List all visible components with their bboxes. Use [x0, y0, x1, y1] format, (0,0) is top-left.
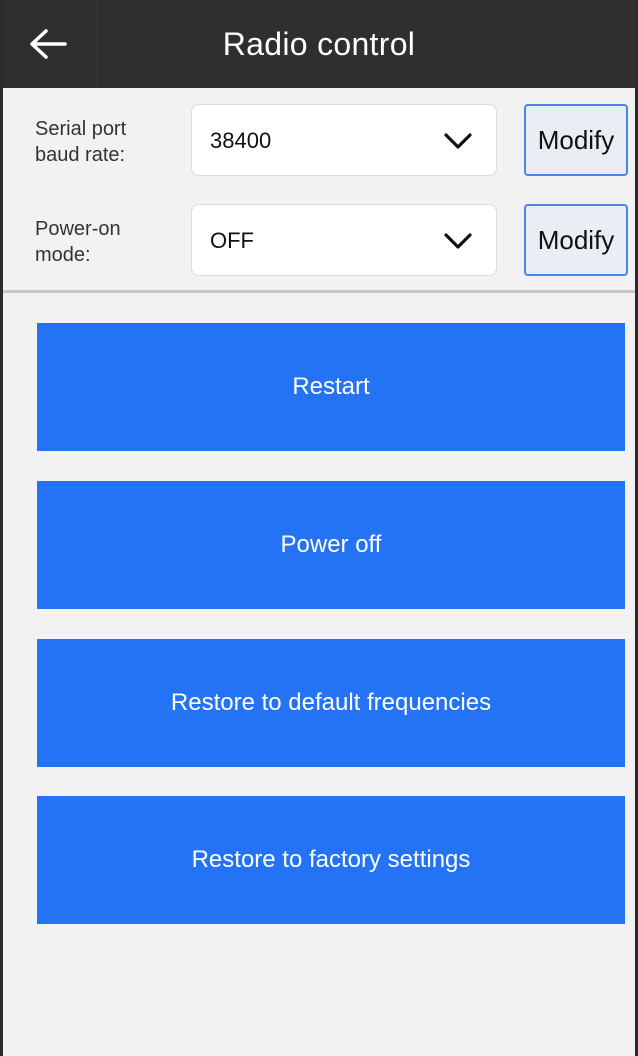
restart-button[interactable]: Restart [37, 323, 625, 451]
settings-panel: Serial port baud rate: 38400 Modify Powe… [3, 88, 635, 292]
app-header: Radio control [3, 0, 635, 88]
page-title: Radio control [222, 26, 416, 62]
chevron-down-icon [444, 233, 472, 249]
power-on-mode-modify-button[interactable]: Modify [524, 204, 628, 276]
actions-panel: Restart Power off Restore to default fre… [3, 293, 635, 1056]
baud-rate-value: 38400 [210, 128, 272, 153]
baud-rate-modify-button[interactable]: Modify [524, 104, 628, 176]
power-on-mode-value: OFF [210, 228, 254, 253]
app-window: Radio control Serial port baud rate: 384… [0, 0, 638, 1056]
restore-default-frequencies-button[interactable]: Restore to default frequencies [37, 639, 625, 767]
chevron-down-icon [444, 133, 472, 149]
power-on-mode-label: Power-on mode: [35, 218, 121, 266]
restore-factory-settings-button[interactable]: Restore to factory settings [37, 796, 625, 924]
baud-rate-select[interactable]: 38400 [191, 104, 497, 176]
baud-rate-label: Serial port baud rate: [35, 118, 127, 166]
baud-rate-row: Serial port baud rate: 38400 Modify [3, 104, 635, 184]
power-on-mode-select[interactable]: OFF [191, 204, 497, 276]
power-on-mode-row: Power-on mode: OFF Modify [3, 204, 635, 284]
power-off-button[interactable]: Power off [37, 481, 625, 609]
